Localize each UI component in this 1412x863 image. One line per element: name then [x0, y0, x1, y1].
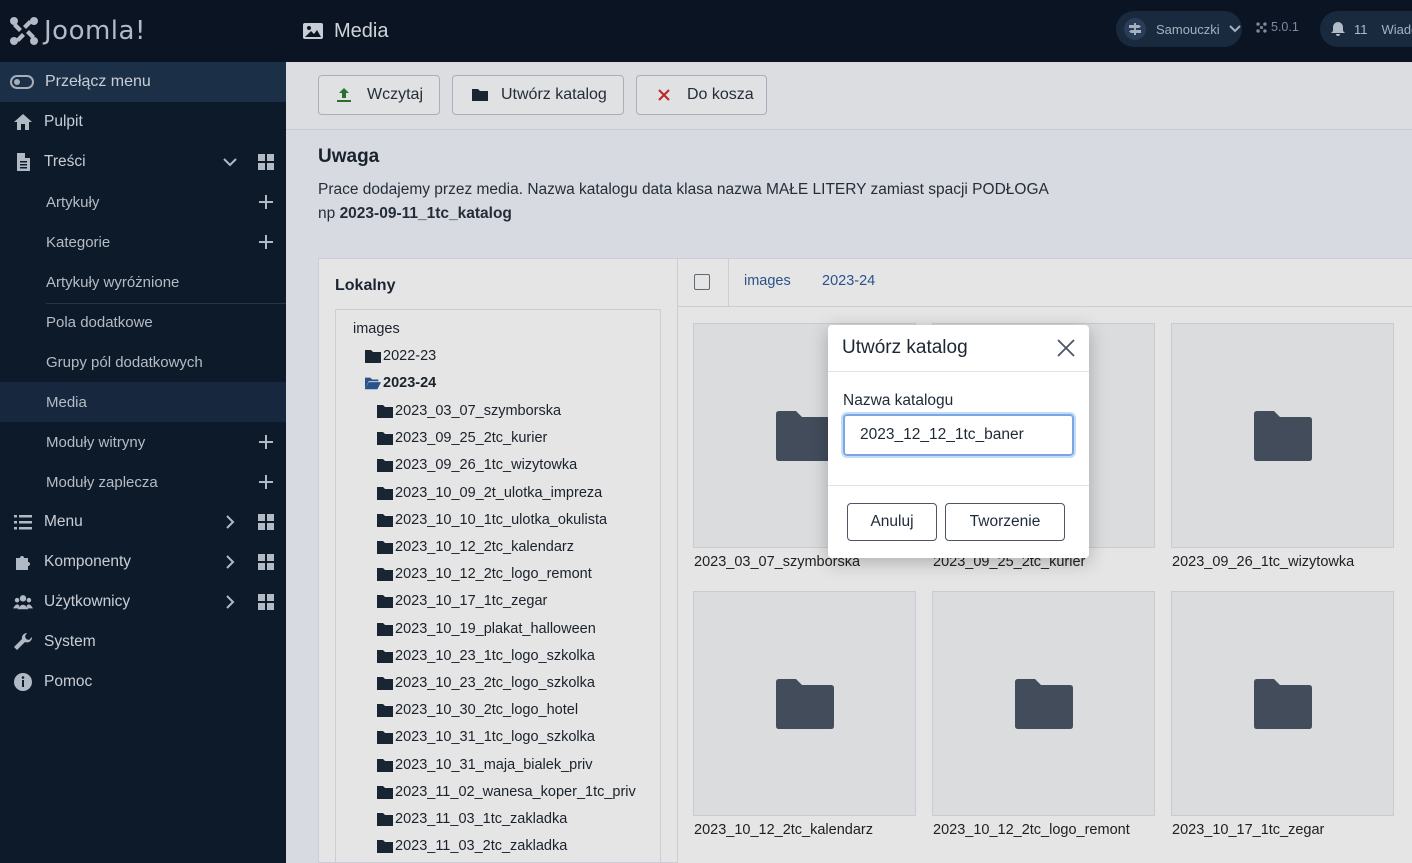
folder-name-input[interactable]: [841, 412, 1076, 458]
folder-name-label: Nazwa katalogu: [843, 392, 954, 409]
dialog-footer: Anuluj Tworzenie: [828, 486, 1089, 556]
modal-backdrop[interactable]: [0, 0, 1412, 863]
dialog-body: Nazwa katalogu: [828, 372, 1089, 486]
close-icon[interactable]: [1055, 337, 1077, 359]
dialog-title: Utwórz katalog: [842, 337, 968, 358]
create-button[interactable]: Tworzenie: [945, 503, 1065, 541]
cancel-button[interactable]: Anuluj: [847, 503, 937, 541]
dialog-header: Utwórz katalog: [828, 325, 1089, 372]
create-folder-dialog: Utwórz katalog Nazwa katalogu Anuluj Two…: [828, 325, 1089, 558]
